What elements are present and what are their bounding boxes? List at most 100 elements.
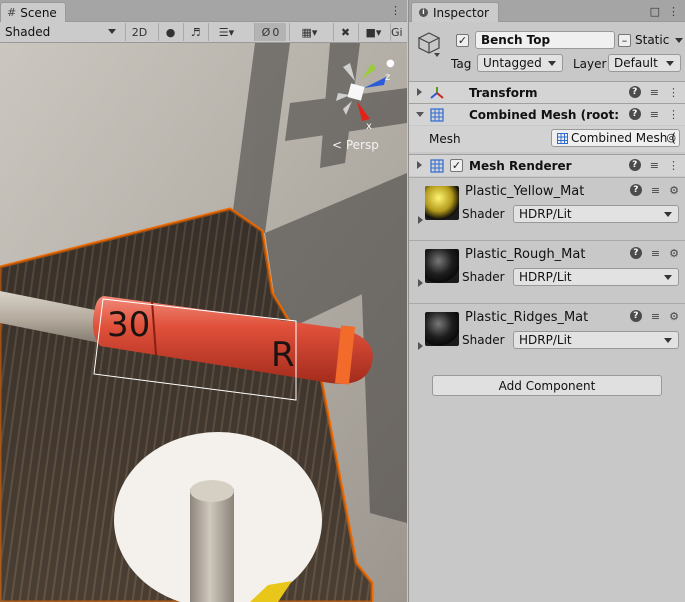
toggle-2d-button[interactable]: 2D bbox=[125, 23, 153, 41]
help-icon[interactable]: ? bbox=[628, 108, 641, 120]
chevron-down-icon bbox=[664, 212, 672, 217]
shading-mode-dropdown[interactable]: Shaded bbox=[0, 22, 120, 42]
gizmos-label: Gi bbox=[391, 25, 403, 39]
material-header-icons: ? ≡ ⚙ bbox=[629, 310, 679, 323]
layer-label: Layer bbox=[573, 57, 607, 71]
mesh-renderer-enabled-checkbox[interactable]: ✓ bbox=[450, 159, 463, 172]
tab-scene[interactable]: # Scene bbox=[0, 2, 66, 22]
tab-inspector[interactable]: i Inspector bbox=[411, 2, 499, 22]
gear-icon[interactable]: ⚙ bbox=[669, 184, 679, 197]
chevron-right-icon[interactable] bbox=[418, 279, 423, 287]
presets-icon[interactable]: ≡ bbox=[651, 310, 660, 323]
presets-icon[interactable]: ≡ bbox=[651, 184, 660, 197]
chevron-down-icon[interactable] bbox=[434, 53, 440, 57]
gear-icon[interactable]: ⚙ bbox=[669, 310, 679, 323]
presets-icon[interactable]: ≡ bbox=[650, 159, 659, 172]
chevron-right-icon[interactable] bbox=[417, 161, 422, 169]
combined-mesh-header-icons: ? ≡ ⋮ bbox=[628, 108, 679, 121]
kebab-menu-icon[interactable]: ⋮ bbox=[668, 159, 679, 172]
object-name-field[interactable]: Bench Top bbox=[475, 31, 615, 49]
scene-viewport[interactable]: 30 R z x ● < Persp bbox=[0, 43, 407, 602]
material-block: Plastic_Yellow_Mat? ≡ ⚙ Shader HDRP/Lit bbox=[409, 177, 685, 240]
shader-dropdown[interactable]: HDRP/Lit bbox=[513, 268, 679, 286]
kebab-menu-icon[interactable]: ⋮ bbox=[668, 108, 679, 121]
scene-tabbar: # Scene ⋮ bbox=[0, 0, 407, 22]
shader-value: HDRP/Lit bbox=[519, 207, 572, 221]
lighting-toggle-icon[interactable]: ● bbox=[158, 23, 182, 41]
help-icon[interactable]: ? bbox=[628, 159, 641, 171]
shading-mode-value: Shaded bbox=[5, 25, 51, 39]
tools-icon[interactable]: ✖ bbox=[333, 23, 357, 41]
camera-dropdown-icon[interactable]: ■▾ bbox=[358, 23, 388, 41]
shader-value: HDRP/Lit bbox=[519, 333, 572, 347]
scene-visibility-button[interactable]: Ø 0 bbox=[254, 23, 286, 41]
shader-value: HDRP/Lit bbox=[519, 270, 572, 284]
presets-icon[interactable]: ≡ bbox=[651, 247, 660, 260]
cube-icon bbox=[417, 32, 441, 54]
presets-icon[interactable]: ≡ bbox=[650, 108, 659, 121]
chevron-right-icon[interactable] bbox=[418, 216, 423, 224]
chevron-down-icon bbox=[108, 29, 116, 34]
transform-title: Transform bbox=[469, 86, 538, 100]
help-icon[interactable]: ? bbox=[629, 184, 642, 196]
audio-toggle-icon[interactable]: ♬ bbox=[183, 23, 207, 41]
mesh-object-field[interactable]: Combined Mesh ( ◎ bbox=[551, 129, 680, 147]
help-icon[interactable]: ? bbox=[629, 310, 642, 322]
chevron-down-icon[interactable] bbox=[416, 112, 424, 117]
material-preview[interactable] bbox=[425, 186, 459, 220]
chevron-down-icon bbox=[548, 61, 556, 66]
inspector-tabbar: i Inspector □ ⋮ bbox=[409, 0, 685, 22]
vertical-pipe bbox=[190, 489, 234, 602]
layer-dropdown[interactable]: Default bbox=[608, 54, 681, 72]
shader-dropdown[interactable]: HDRP/Lit bbox=[513, 205, 679, 223]
transform-header-icons: ? ≡ ⋮ bbox=[628, 86, 679, 99]
mesh-field-row: Mesh Combined Mesh ( ◎ bbox=[409, 126, 685, 152]
effects-dropdown-icon[interactable]: ☰▾ bbox=[208, 23, 244, 41]
tag-label: Tag bbox=[451, 57, 472, 71]
static-dropdown[interactable]: Static bbox=[635, 33, 683, 49]
mesh-filter-icon bbox=[430, 108, 444, 122]
vertical-pipe-top bbox=[190, 480, 234, 502]
layer-value: Default bbox=[614, 56, 658, 70]
material-name: Plastic_Rough_Mat bbox=[465, 247, 586, 262]
chevron-right-icon[interactable] bbox=[418, 342, 423, 350]
mesh-renderer-header-icons: ? ≡ ⋮ bbox=[628, 159, 679, 172]
material-preview[interactable] bbox=[425, 312, 459, 346]
material-header-icons: ? ≡ ⚙ bbox=[629, 247, 679, 260]
help-icon[interactable]: ? bbox=[628, 86, 641, 98]
grid-snap-dropdown-icon[interactable]: ▦▾ bbox=[289, 23, 329, 41]
lock-icon[interactable]: ● bbox=[386, 58, 395, 69]
mesh-renderer-header[interactable]: ✓ Mesh Renderer ? ≡ ⋮ bbox=[409, 154, 685, 176]
gizmo-axis-x-label: x bbox=[366, 121, 372, 132]
combined-mesh-header[interactable]: Combined Mesh (root: sce ? ≡ ⋮ bbox=[409, 103, 685, 125]
chevron-down-icon bbox=[675, 38, 683, 43]
kebab-menu-icon[interactable]: ⋮ bbox=[668, 5, 679, 18]
object-name-value: Bench Top bbox=[481, 33, 551, 47]
help-icon[interactable]: ? bbox=[629, 247, 642, 259]
gear-icon[interactable]: ⚙ bbox=[669, 247, 679, 260]
transform-header[interactable]: Transform ? ≡ ⋮ bbox=[409, 81, 685, 103]
kebab-menu-icon[interactable]: ⋮ bbox=[390, 4, 401, 17]
info-icon: i bbox=[419, 8, 428, 17]
presets-icon[interactable]: ≡ bbox=[650, 86, 659, 99]
lock-icon[interactable]: □ bbox=[650, 5, 660, 18]
gizmos-dropdown[interactable]: Gi bbox=[390, 23, 407, 41]
chevron-right-icon[interactable] bbox=[417, 88, 422, 96]
material-preview[interactable] bbox=[425, 249, 459, 283]
add-component-label: Add Component bbox=[498, 378, 596, 393]
shader-dropdown[interactable]: HDRP/Lit bbox=[513, 331, 679, 349]
shader-label: Shader bbox=[462, 333, 505, 347]
eye-slash-icon: Ø bbox=[261, 25, 271, 39]
perspective-label[interactable]: < Persp bbox=[332, 138, 379, 152]
object-picker-icon[interactable]: ◎ bbox=[666, 131, 676, 144]
window-controls: □ ⋮ bbox=[650, 5, 679, 18]
kebab-menu-icon[interactable]: ⋮ bbox=[668, 86, 679, 99]
material-name: Plastic_Ridges_Mat bbox=[465, 310, 589, 325]
add-component-button[interactable]: Add Component bbox=[432, 375, 662, 396]
toggle-2d-label: 2D bbox=[131, 25, 148, 39]
tag-dropdown[interactable]: Untagged bbox=[477, 54, 563, 72]
static-checkbox[interactable]: – bbox=[618, 34, 631, 47]
chevron-down-icon bbox=[664, 275, 672, 280]
active-checkbox[interactable]: ✓ bbox=[456, 34, 469, 47]
object-header: ✓ Bench Top – Static Tag Untagged Layer … bbox=[409, 27, 685, 81]
